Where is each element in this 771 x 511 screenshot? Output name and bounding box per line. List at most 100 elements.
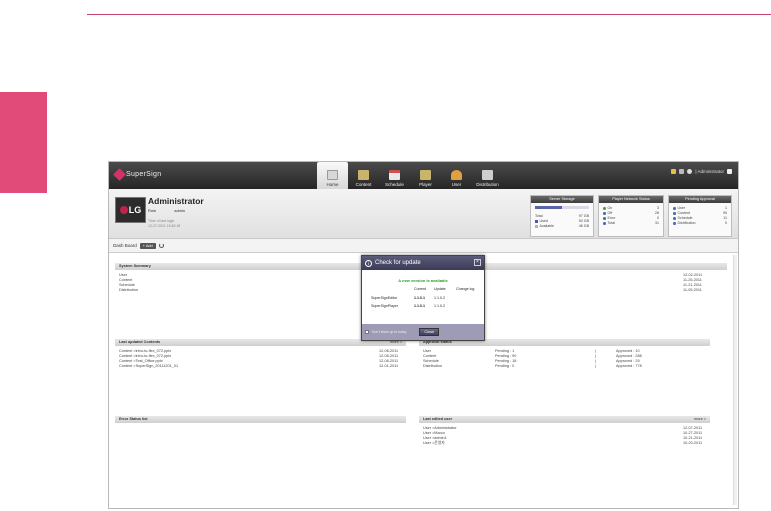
update-row-current: 1.1.0.1 (414, 296, 425, 300)
update-row-current: 1.1.0.1 (414, 304, 425, 308)
content-icon (358, 170, 369, 180)
player-icon (420, 170, 431, 180)
dont-show-label: Don't show up to today (372, 330, 407, 334)
player-total: Total 31 (599, 221, 663, 226)
storage-available: Available 46 GB (531, 224, 593, 229)
last-user-header: Last edited user more > (419, 416, 710, 423)
app-header: SuperSign Home Content Schedule Player U… (109, 162, 738, 189)
summary-row-date: 11-05-2011 (683, 288, 702, 292)
section-title: Error Status list (119, 417, 148, 421)
user-icon (451, 170, 462, 180)
schedule-icon (389, 170, 400, 180)
lg-logo-icon (119, 206, 128, 214)
status-dot-icon (673, 212, 676, 215)
user-row-date: 10-20-2011 (683, 441, 703, 445)
nav-user[interactable]: User (441, 162, 472, 189)
update-row-name: SuperSignEditor (371, 296, 398, 300)
page: SuperSign Home Content Schedule Player U… (0, 0, 771, 511)
update-row-name: SuperSignPlayer (371, 304, 398, 308)
status-dot-icon (603, 217, 606, 220)
status-dot-icon (673, 217, 676, 220)
close-icon[interactable]: × (474, 259, 481, 266)
content-row[interactable]: Content >SuperSign_20111201_01 (119, 364, 178, 369)
stat-key: Available (539, 224, 555, 228)
stat-value: 31 (655, 221, 659, 225)
close-button[interactable]: Close (419, 328, 440, 336)
avatar: LG (115, 197, 146, 223)
nav-label: Player (419, 182, 432, 187)
player-status-title: Player Network Status (599, 196, 663, 203)
supersign-logo: SuperSign (113, 168, 162, 181)
chapter-tab (0, 92, 47, 193)
more-link[interactable]: more > (694, 416, 706, 423)
nav-player[interactable]: Player (410, 162, 441, 189)
last-login-label: Time of last login (148, 219, 175, 223)
col-update: Update (434, 287, 446, 291)
dialog-title: Check for update (375, 260, 421, 266)
col-changelog: Change log (456, 287, 475, 291)
pending-approval-box: Pending Approval User 1 Content 90 Sched… (668, 195, 732, 237)
server-storage-title: Server Storage (531, 196, 593, 203)
update-row-update: 1.1.0.2 (434, 304, 445, 308)
home-icon (327, 170, 338, 180)
dont-show-checkbox[interactable] (365, 330, 369, 334)
refresh-icon[interactable] (158, 243, 164, 248)
logo-mark-icon (113, 168, 126, 181)
stat-key: Total (607, 221, 616, 225)
nav-label: Home (326, 182, 339, 187)
section-title: Last updated Contents (119, 340, 161, 344)
current-user-label: | Administrator (695, 169, 724, 174)
stat-value: 0 (725, 221, 727, 225)
pending-distribution: Distribution 0 (669, 221, 731, 226)
user-row[interactable]: User >운영자 (423, 441, 445, 446)
status-dot-icon (603, 207, 606, 210)
scrollbar[interactable] (733, 255, 737, 505)
dialog-footer: Don't show up to today Close (362, 324, 484, 340)
user-area: | Administrator (671, 169, 732, 174)
section-title: System Summary (119, 264, 151, 268)
nav-label: Schedule (385, 182, 404, 187)
avatar-text: LG (128, 205, 142, 215)
update-message: A new version is available (398, 278, 448, 283)
dialog-header: i Check for update (362, 256, 484, 270)
last-login-time: 12-07-2011 15:45:18 (148, 224, 181, 228)
status-dot-icon (673, 222, 676, 225)
monitor-icon[interactable] (679, 169, 685, 174)
gear-icon[interactable] (687, 169, 693, 174)
logout-icon[interactable] (727, 169, 732, 174)
nav-schedule[interactable]: Schedule (379, 162, 410, 189)
content-row-date: 12-01-2011 (379, 364, 399, 368)
available-legend-icon (535, 225, 538, 228)
dashboard-bar: Dash Board + Add (109, 239, 738, 253)
top-rule (87, 14, 771, 15)
nav-label: User (451, 182, 462, 187)
status-dot-icon (603, 222, 606, 225)
nav-distribution[interactable]: Distribution (472, 162, 503, 189)
info-icon: i (365, 259, 372, 267)
approval-approved: Approved : 778 (616, 364, 642, 368)
logo-text: SuperSign (126, 171, 162, 178)
add-widget-button[interactable]: + Add (139, 242, 156, 249)
key-icon[interactable] (671, 169, 677, 174)
error-status-header: Error Status list (115, 416, 406, 423)
stat-value: 46 GB (578, 224, 589, 228)
nav-home[interactable]: Home (317, 162, 348, 189)
role-label: Role (148, 208, 157, 213)
role-value: admin (174, 208, 186, 213)
col-current: Current (414, 287, 426, 291)
main-nav: Home Content Schedule Player User Distri… (317, 162, 503, 189)
status-dot-icon (673, 207, 676, 210)
dashboard-title: Dash Board (113, 243, 137, 248)
approval-row-label: Distribution (423, 364, 442, 368)
supersign-window: SuperSign Home Content Schedule Player U… (108, 161, 739, 509)
profile-name: Administrator (148, 196, 204, 206)
distribution-icon (482, 170, 493, 180)
stat-key: Distribution (677, 221, 696, 225)
nav-content[interactable]: Content (348, 162, 379, 189)
nav-label: Distribution (476, 182, 499, 187)
pending-approval-title: Pending Approval (669, 196, 731, 203)
summary-row-label: Distribution (119, 288, 138, 292)
server-storage-box: Server Storage Total 97 GB Used 50 GB Av… (530, 195, 594, 237)
profile-panel: LG Administrator Role admin Time of last… (109, 189, 738, 239)
update-dialog: i Check for update × A new version is av… (361, 255, 485, 341)
